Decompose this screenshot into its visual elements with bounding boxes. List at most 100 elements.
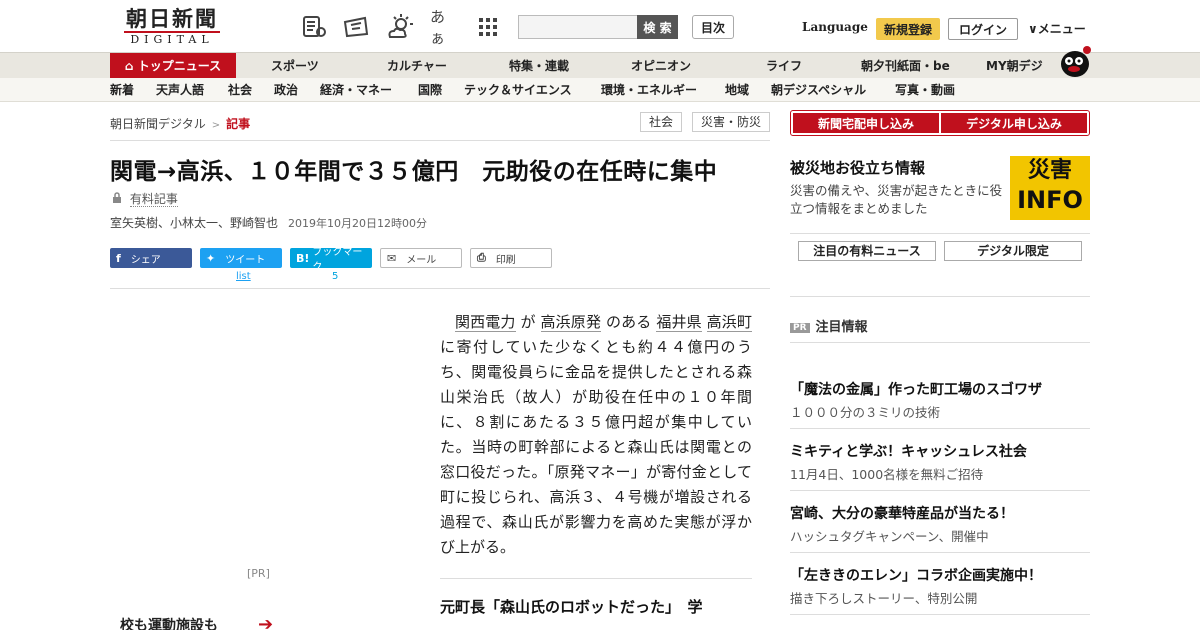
twitter-list-link[interactable]: list bbox=[236, 271, 251, 282]
link-takahama-town[interactable]: 高浜町 bbox=[706, 313, 752, 332]
subnav-photo-video[interactable]: 写真・動画 bbox=[895, 78, 955, 102]
print-button[interactable]: ⎙ 印刷 bbox=[470, 248, 552, 268]
nav-culture[interactable]: カルチャー bbox=[387, 53, 447, 79]
breadcrumb: 朝日新聞デジタル > 記事 bbox=[110, 115, 250, 132]
hatena-count: 5 bbox=[332, 271, 339, 282]
ad-text[interactable]: 校も運動施設も bbox=[120, 615, 218, 630]
related-article-link[interactable]: 元町長「森山氏のロボットだった」 学 bbox=[440, 596, 703, 617]
divider bbox=[790, 614, 1090, 615]
nav-features[interactable]: 特集・連載 bbox=[509, 53, 569, 79]
arrow-right-icon[interactable]: ➔ bbox=[258, 614, 273, 630]
tag-society[interactable]: 社会 bbox=[640, 112, 682, 132]
breadcrumb-home[interactable]: 朝日新聞デジタル bbox=[110, 117, 206, 131]
nav-sports[interactable]: スポーツ bbox=[271, 53, 319, 79]
divider bbox=[790, 428, 1090, 429]
pr-heading: PR 注目情報 bbox=[790, 316, 868, 335]
subnav-tenseijingo[interactable]: 天声人語 bbox=[156, 78, 204, 102]
mail-icon: ✉ bbox=[387, 251, 397, 265]
search-input[interactable] bbox=[518, 15, 638, 39]
byline: 室矢英樹、小林太一、野崎智也 2019年10月20日12時00分 bbox=[110, 214, 427, 231]
mascot-icon[interactable] bbox=[1057, 44, 1093, 78]
newspaper-icon[interactable] bbox=[300, 13, 328, 41]
subscribe-paper-button[interactable]: 新聞宅配申し込み bbox=[793, 113, 939, 133]
subnav-society[interactable]: 社会 bbox=[228, 78, 252, 102]
divider bbox=[790, 490, 1090, 491]
facebook-icon: f bbox=[116, 251, 121, 265]
subnav-international[interactable]: 国際 bbox=[418, 78, 442, 102]
chevron-down-icon: ∨ bbox=[1028, 22, 1038, 36]
nav-my-asahi[interactable]: MY朝デジ bbox=[986, 53, 1043, 79]
twitter-icon: ✦ bbox=[206, 251, 216, 265]
pr-badge: PR bbox=[790, 323, 810, 333]
main-nav: ⌂ トップニュース スポーツ カルチャー 特集・連載 オピニオン ライフ 朝夕刊… bbox=[0, 52, 1200, 79]
paid-article-label: 有料記事 bbox=[112, 190, 178, 207]
apps-grid-icon[interactable] bbox=[474, 13, 502, 41]
menu-button[interactable]: ∨メニュー bbox=[1028, 20, 1086, 37]
logo-jp: 朝日新聞 bbox=[126, 6, 218, 31]
nav-paper[interactable]: 朝夕刊紙面・be bbox=[861, 53, 950, 79]
disaster-info-desc: 災害の備えや、災害が起きたときに役立つ情報をまとめました bbox=[790, 183, 1003, 216]
publish-date: 2019年10月20日12時00分 bbox=[288, 217, 427, 230]
hatena-icon: B! bbox=[296, 251, 310, 265]
divider bbox=[110, 140, 770, 141]
tag-disaster[interactable]: 災害・防災 bbox=[692, 112, 770, 132]
link-takahama-plant[interactable]: 高浜原発 bbox=[540, 313, 602, 332]
link-fukui[interactable]: 福井県 bbox=[656, 313, 702, 332]
disaster-info-banner[interactable]: 災害 INFO bbox=[1010, 156, 1090, 220]
home-icon: ⌂ bbox=[124, 59, 138, 73]
banner-bottom-text: INFO bbox=[1017, 186, 1083, 214]
ad-pr-label: [PR] bbox=[247, 567, 270, 580]
subnav-region[interactable]: 地域 bbox=[725, 78, 749, 102]
tab-paid-news[interactable]: 注目の有料ニュース bbox=[798, 241, 936, 261]
login-button[interactable]: ログイン bbox=[948, 18, 1018, 40]
divider bbox=[790, 552, 1090, 553]
lock-icon bbox=[112, 192, 126, 206]
nav-opinion[interactable]: オピニオン bbox=[631, 53, 691, 79]
search-button[interactable]: 検 索 bbox=[637, 15, 678, 39]
logo-en: DIGITAL bbox=[124, 31, 220, 46]
facebook-share-button[interactable]: f シェア bbox=[110, 248, 192, 268]
divider bbox=[790, 342, 1090, 343]
sub-nav: 新着 天声人語 社会 政治 経済・マネー 国際 テック＆サイエンス 環境・エネル… bbox=[0, 78, 1200, 102]
pr-item-title[interactable]: 宮崎、大分の豪華特産品が当たる！ bbox=[790, 503, 1014, 523]
divider bbox=[790, 233, 1090, 234]
site-logo[interactable]: 朝日新聞 DIGITAL bbox=[116, 8, 228, 46]
subnav-latest[interactable]: 新着 bbox=[110, 78, 134, 102]
menu-label: メニュー bbox=[1037, 22, 1086, 36]
article-title: 関電→高浜、１０年間で３５億円 元助役の在任時に集中 bbox=[110, 159, 718, 185]
subnav-economy[interactable]: 経済・マネー bbox=[320, 78, 392, 102]
pr-item-sub: ハッシュタグキャンペーン、開催中 bbox=[790, 529, 989, 544]
nav-life[interactable]: ライフ bbox=[766, 53, 802, 79]
link-kansai-electric[interactable]: 関西電力 bbox=[455, 313, 516, 332]
pr-item-title[interactable]: 「左ききのエレン」コラボ企画実施中！ bbox=[790, 565, 1042, 585]
breadcrumb-current: 記事 bbox=[226, 117, 251, 131]
subnav-tech[interactable]: テック＆サイエンス bbox=[464, 78, 572, 102]
banner-top-text: 災害 bbox=[1027, 158, 1072, 183]
text-size-icon[interactable]: あぁ bbox=[430, 8, 458, 47]
pr-item-title[interactable]: 「魔法の金属」作った町工場のスゴワザ bbox=[790, 379, 1042, 399]
nav-top-news[interactable]: ⌂ トップニュース bbox=[110, 53, 236, 79]
tab-digital-only[interactable]: デジタル限定 bbox=[944, 241, 1082, 261]
weather-icon[interactable] bbox=[386, 13, 414, 41]
authors: 室矢英樹、小林太一、野崎智也 bbox=[110, 216, 279, 230]
mail-button[interactable]: ✉ メール bbox=[380, 248, 462, 268]
site-header: 朝日新聞 DIGITAL あぁ 検 索 目次 Language 新規登録 ログイ… bbox=[0, 0, 1200, 52]
register-button[interactable]: 新規登録 bbox=[876, 18, 940, 40]
disaster-info-title[interactable]: 被災地お役立ち情報 bbox=[790, 157, 925, 178]
toc-button[interactable]: 目次 bbox=[692, 15, 734, 39]
pr-item-sub: １０００分の３ミリの技術 bbox=[790, 405, 941, 420]
language-link[interactable]: Language bbox=[802, 20, 868, 34]
divider bbox=[440, 578, 752, 579]
subscribe-digital-button[interactable]: デジタル申し込み bbox=[941, 113, 1087, 133]
subnav-politics[interactable]: 政治 bbox=[274, 78, 298, 102]
ticket-icon[interactable] bbox=[342, 13, 370, 41]
divider bbox=[790, 296, 1090, 297]
hatena-bookmark-button[interactable]: B! ブックマーク bbox=[290, 247, 372, 273]
subnav-special[interactable]: 朝デジスペシャル bbox=[771, 78, 866, 102]
subscribe-box: 新聞宅配申し込み デジタル申し込み bbox=[790, 110, 1090, 136]
pr-item-title[interactable]: ミキティと学ぶ！キャッシュレス社会 bbox=[790, 441, 1027, 461]
twitter-share-button[interactable]: ✦ ツイート bbox=[200, 248, 282, 268]
article-body: 関西電力 が 高浜原発 のある 福井県 高浜町 に寄付していた少なくとも約４４億… bbox=[440, 313, 752, 556]
breadcrumb-sep: > bbox=[211, 120, 221, 131]
subnav-environment[interactable]: 環境・エネルギー bbox=[601, 78, 697, 102]
